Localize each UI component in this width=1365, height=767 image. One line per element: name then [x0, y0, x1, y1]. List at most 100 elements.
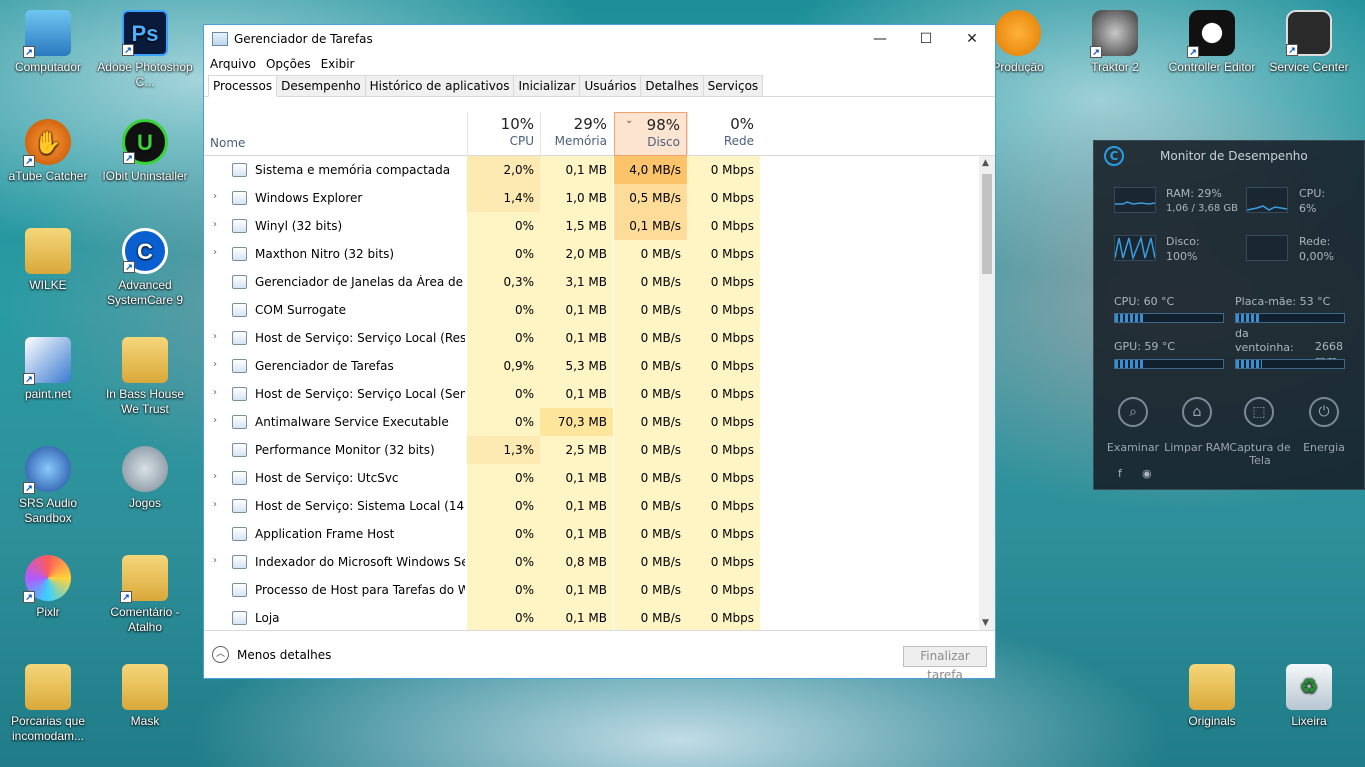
- process-icon: [232, 303, 247, 317]
- process-row[interactable]: Processo de Host para Tarefas do Wi... 0%…: [204, 576, 980, 604]
- column-header: Nome 10% CPU 29% Memória ⌄ 98% Disco 0% …: [204, 112, 995, 156]
- clean-ram-icon[interactable]: ⌂: [1182, 397, 1212, 427]
- tab-historico[interactable]: Histórico de aplicativos: [364, 75, 515, 96]
- close-button[interactable]: ✕: [949, 25, 995, 53]
- screenshot-icon[interactable]: ⬚: [1244, 397, 1274, 427]
- column-rede[interactable]: 0% Rede: [687, 112, 760, 156]
- process-cpu-cell: 0,9%: [467, 352, 540, 380]
- desktop-icon-systemcare[interactable]: C ↗ Advanced SystemCare 9: [97, 228, 193, 308]
- expand-chevron-icon[interactable]: ›: [213, 191, 217, 202]
- screenshot-label[interactable]: Captura de Tela: [1225, 441, 1295, 467]
- process-row[interactable]: › Host de Serviço: UtcSvc 0% 0,1 MB 0 MB/s 0 …: [204, 464, 980, 492]
- process-name: Gerenciador de Tarefas: [255, 359, 394, 373]
- desktop-icon-porcarias[interactable]: Porcarias que incomodam...: [0, 664, 96, 744]
- fewer-details-button[interactable]: ︿ Menos detalhes: [212, 646, 331, 663]
- expand-chevron-icon[interactable]: ›: [213, 219, 217, 230]
- process-row[interactable]: › Antimalware Service Executable 0% 70,3 MB…: [204, 408, 980, 436]
- tab-processos[interactable]: Processos: [208, 75, 278, 97]
- menu-arquivo[interactable]: Arquivo: [210, 57, 256, 71]
- menu-exibir[interactable]: Exibir: [321, 57, 355, 71]
- ram-label: RAM: 29%: [1166, 187, 1222, 200]
- column-memoria[interactable]: 29% Memória: [540, 112, 613, 156]
- clean-ram-label[interactable]: Limpar RAM: [1162, 441, 1232, 454]
- column-cpu[interactable]: 10% CPU: [467, 112, 540, 156]
- advanced-systemcare-icon: C ↗: [122, 228, 168, 274]
- expand-chevron-icon[interactable]: ›: [213, 331, 217, 342]
- chevron-up-icon: ︿: [212, 646, 229, 663]
- performance-monitor-widget: C Monitor de Desempenho RAM: 29% 1,06 / …: [1093, 140, 1365, 490]
- desktop-icon-originals[interactable]: Originals: [1164, 664, 1260, 729]
- net-graph: [1246, 235, 1288, 261]
- desktop-icon-atube[interactable]: ✋ ↗ aTube Catcher: [0, 119, 96, 184]
- scroll-thumb[interactable]: [982, 174, 992, 274]
- process-row[interactable]: › Host de Serviço: Serviço Local (Sem R..…: [204, 380, 980, 408]
- expand-chevron-icon[interactable]: ›: [213, 555, 217, 566]
- power-icon[interactable]: ⏻: [1309, 397, 1339, 427]
- menu-opcoes[interactable]: Opções: [266, 57, 311, 71]
- examine-label[interactable]: Examinar: [1098, 441, 1168, 454]
- desktop-icon-pixlr[interactable]: ↗ Pixlr: [0, 555, 96, 620]
- disk-label: Disco:: [1166, 235, 1200, 248]
- photoshop-icon: Ps ↗: [122, 10, 168, 56]
- expand-chevron-icon[interactable]: ›: [213, 359, 217, 370]
- expand-chevron-icon[interactable]: ›: [213, 387, 217, 398]
- column-disco[interactable]: ⌄ 98% Disco: [614, 112, 687, 156]
- desktop-icon-jogos[interactable]: Jogos: [97, 446, 193, 511]
- maximize-button[interactable]: ☐: [903, 25, 949, 53]
- facebook-icon[interactable]: f: [1118, 467, 1122, 481]
- process-row[interactable]: › Gerenciador de Tarefas 0,9% 5,3 MB 0 MB/s 0…: [204, 352, 980, 380]
- examine-icon[interactable]: ⌕: [1118, 397, 1148, 427]
- process-row[interactable]: COM Surrogate 0% 0,1 MB 0 MB/s 0 Mbps: [204, 296, 980, 324]
- process-row[interactable]: › Maxthon Nitro (32 bits) 0% 2,0 MB 0 MB/s 0 …: [204, 240, 980, 268]
- desktop-icon-wilke[interactable]: WILKE: [0, 228, 96, 293]
- tab-servicos[interactable]: Serviços: [702, 75, 764, 96]
- title-bar[interactable]: Gerenciador de Tarefas — ☐ ✕: [204, 25, 995, 53]
- support-icon[interactable]: ◉: [1142, 467, 1152, 481]
- desktop-icon-paintnet[interactable]: ↗ paint.net: [0, 337, 96, 402]
- expand-chevron-icon[interactable]: ›: [213, 247, 217, 258]
- process-icon: [232, 247, 247, 261]
- desktop-icon-comentario[interactable]: ↗ Comentário - Atalho: [97, 555, 193, 635]
- desktop-icon-iobit[interactable]: U ↗ IObit Uninstaller: [97, 119, 193, 184]
- desktop-icon-controller-editor[interactable]: ↗ Controller Editor: [1164, 10, 1260, 75]
- vertical-scrollbar[interactable]: ▲ ▼: [979, 156, 995, 630]
- end-task-button[interactable]: Finalizar tarefa: [903, 646, 987, 682]
- desktop-icon-label: WILKE: [29, 278, 67, 292]
- scroll-down-icon[interactable]: ▼: [982, 618, 989, 628]
- tab-detalhes[interactable]: Detalhes: [640, 75, 704, 96]
- desktop-icon-lixeira[interactable]: ♻ Lixeira: [1261, 664, 1357, 729]
- ram-detail: 1,06 / 3,68 GB: [1166, 203, 1239, 214]
- expand-chevron-icon[interactable]: ›: [213, 471, 217, 482]
- desktop-icon-srs[interactable]: ↗ SRS Audio Sandbox: [0, 446, 96, 526]
- expand-chevron-icon[interactable]: ›: [213, 499, 217, 510]
- scroll-up-icon[interactable]: ▲: [982, 158, 989, 168]
- tab-desempenho[interactable]: Desempenho: [276, 75, 366, 96]
- process-row[interactable]: › Host de Serviço: Serviço Local (Restrit…: [204, 324, 980, 352]
- process-row[interactable]: › Host de Serviço: Sistema Local (14) 0% 0,…: [204, 492, 980, 520]
- process-row[interactable]: › Windows Explorer 1,4% 1,0 MB 0,5 MB/s 0 Mbp…: [204, 184, 980, 212]
- process-net-cell: 0 Mbps: [687, 240, 760, 268]
- power-label[interactable]: Energia: [1289, 441, 1359, 454]
- desktop-icon-photoshop[interactable]: Ps ↗ Adobe Photoshop C...: [97, 10, 193, 90]
- desktop-icon-computador[interactable]: ↗ Computador: [0, 10, 96, 75]
- process-row[interactable]: Performance Monitor (32 bits) 1,3% 2,5 MB 0…: [204, 436, 980, 464]
- process-row[interactable]: › Winyl (32 bits) 0% 1,5 MB 0,1 MB/s 0 Mbps: [204, 212, 980, 240]
- process-net-cell: 0 Mbps: [687, 268, 760, 296]
- minimize-button[interactable]: —: [857, 25, 903, 53]
- desktop-icon-mask[interactable]: Mask: [97, 664, 193, 729]
- desktop-icon-inbasshouse[interactable]: In Bass House We Trust: [97, 337, 193, 417]
- desktop-icon-traktor[interactable]: ↗ Traktor 2: [1067, 10, 1163, 75]
- process-row[interactable]: Application Frame Host 0% 0,1 MB 0 MB/s 0 Mb…: [204, 520, 980, 548]
- desktop-icon-service-center[interactable]: ↗ Service Center: [1261, 10, 1357, 75]
- process-row[interactable]: Gerenciador de Janelas da Área de Tr... 0…: [204, 268, 980, 296]
- process-disk-cell: 0 MB/s: [614, 492, 687, 520]
- column-name[interactable]: Nome: [210, 136, 245, 150]
- process-icon: [232, 471, 247, 485]
- expand-chevron-icon[interactable]: ›: [213, 415, 217, 426]
- tab-inicializar[interactable]: Inicializar: [513, 75, 581, 96]
- process-row[interactable]: Sistema e memória compactada 2,0% 0,1 MB 4,…: [204, 156, 980, 184]
- process-name: Processo de Host para Tarefas do Wi...: [255, 583, 465, 597]
- process-row[interactable]: › Indexador do Microsoft Windows Sea... 0%…: [204, 548, 980, 576]
- process-row[interactable]: Loja 0% 0,1 MB 0 MB/s 0 Mbps: [204, 604, 980, 630]
- tab-usuarios[interactable]: Usuários: [579, 75, 642, 96]
